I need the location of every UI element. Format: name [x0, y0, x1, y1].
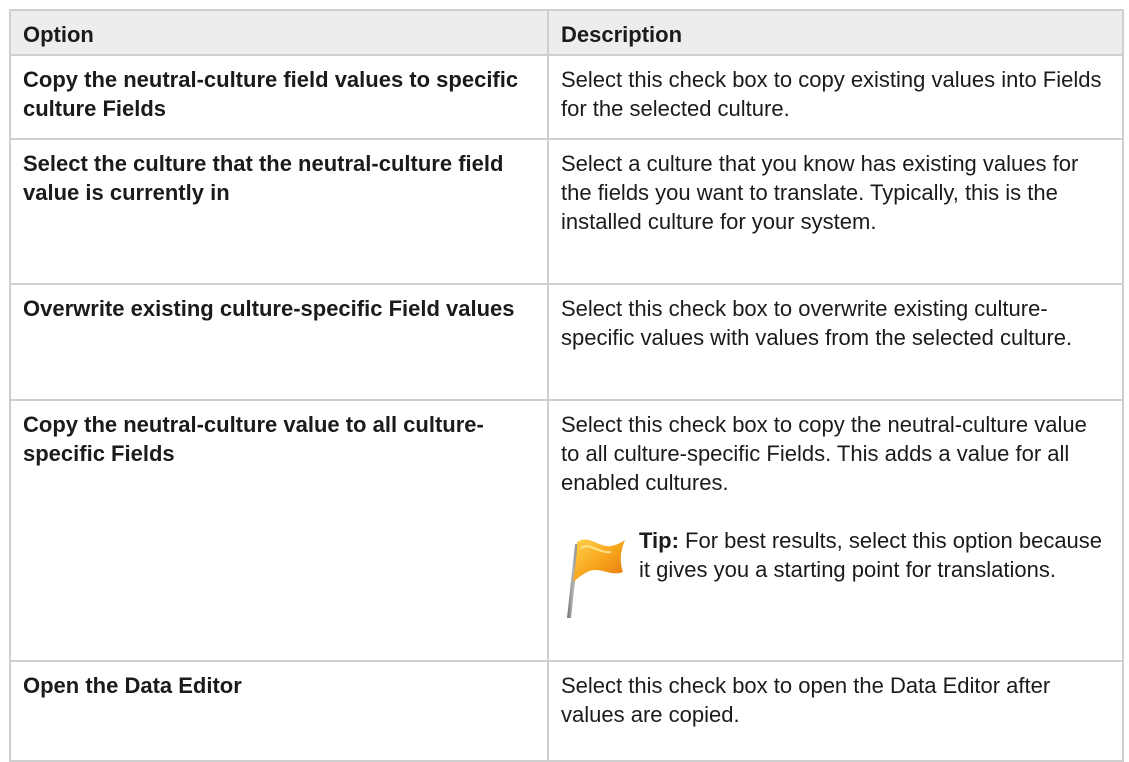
option-cell: Overwrite existing culture-specific Fiel…: [9, 283, 549, 401]
tip-body: For best results, select this option bec…: [639, 528, 1103, 582]
option-cell: Select the culture that the neutral-cult…: [9, 138, 549, 285]
description-cell: Select a culture that you know has exist…: [547, 138, 1124, 285]
description-cell: Select this check box to copy existing v…: [547, 54, 1124, 140]
option-cell: Copy the neutral-culture field values to…: [9, 54, 549, 140]
options-table-container: Option Description Copy the neutral-cult…: [9, 9, 1124, 762]
tip-text: Tip: For best results, select this optio…: [639, 526, 1110, 584]
table-row: Copy the neutral-culture value to all cu…: [9, 399, 1124, 662]
option-cell: Copy the neutral-culture value to all cu…: [9, 399, 549, 662]
flag-icon: [567, 539, 625, 618]
description-cell: Select this check box to copy the neutra…: [547, 399, 1124, 662]
description-text: Select this check box to copy the neutra…: [561, 412, 1087, 495]
tip-label: Tip:: [639, 528, 679, 553]
table-row: Select the culture that the neutral-cult…: [9, 138, 1124, 285]
table-row: Copy the neutral-culture field values to…: [9, 54, 1124, 140]
column-header-description: Description: [547, 9, 1124, 56]
description-cell: Select this check box to overwrite exist…: [547, 283, 1124, 401]
table-row: Overwrite existing culture-specific Fiel…: [9, 283, 1124, 401]
table-header-row: Option Description: [9, 9, 1124, 56]
table-row: Open the Data Editor Select this check b…: [9, 660, 1124, 762]
description-cell: Select this check box to open the Data E…: [547, 660, 1124, 762]
column-header-option: Option: [9, 9, 549, 56]
tip-note: Tip: For best results, select this optio…: [561, 526, 1110, 622]
option-cell: Open the Data Editor: [9, 660, 549, 762]
options-table: Option Description Copy the neutral-cult…: [9, 9, 1124, 762]
